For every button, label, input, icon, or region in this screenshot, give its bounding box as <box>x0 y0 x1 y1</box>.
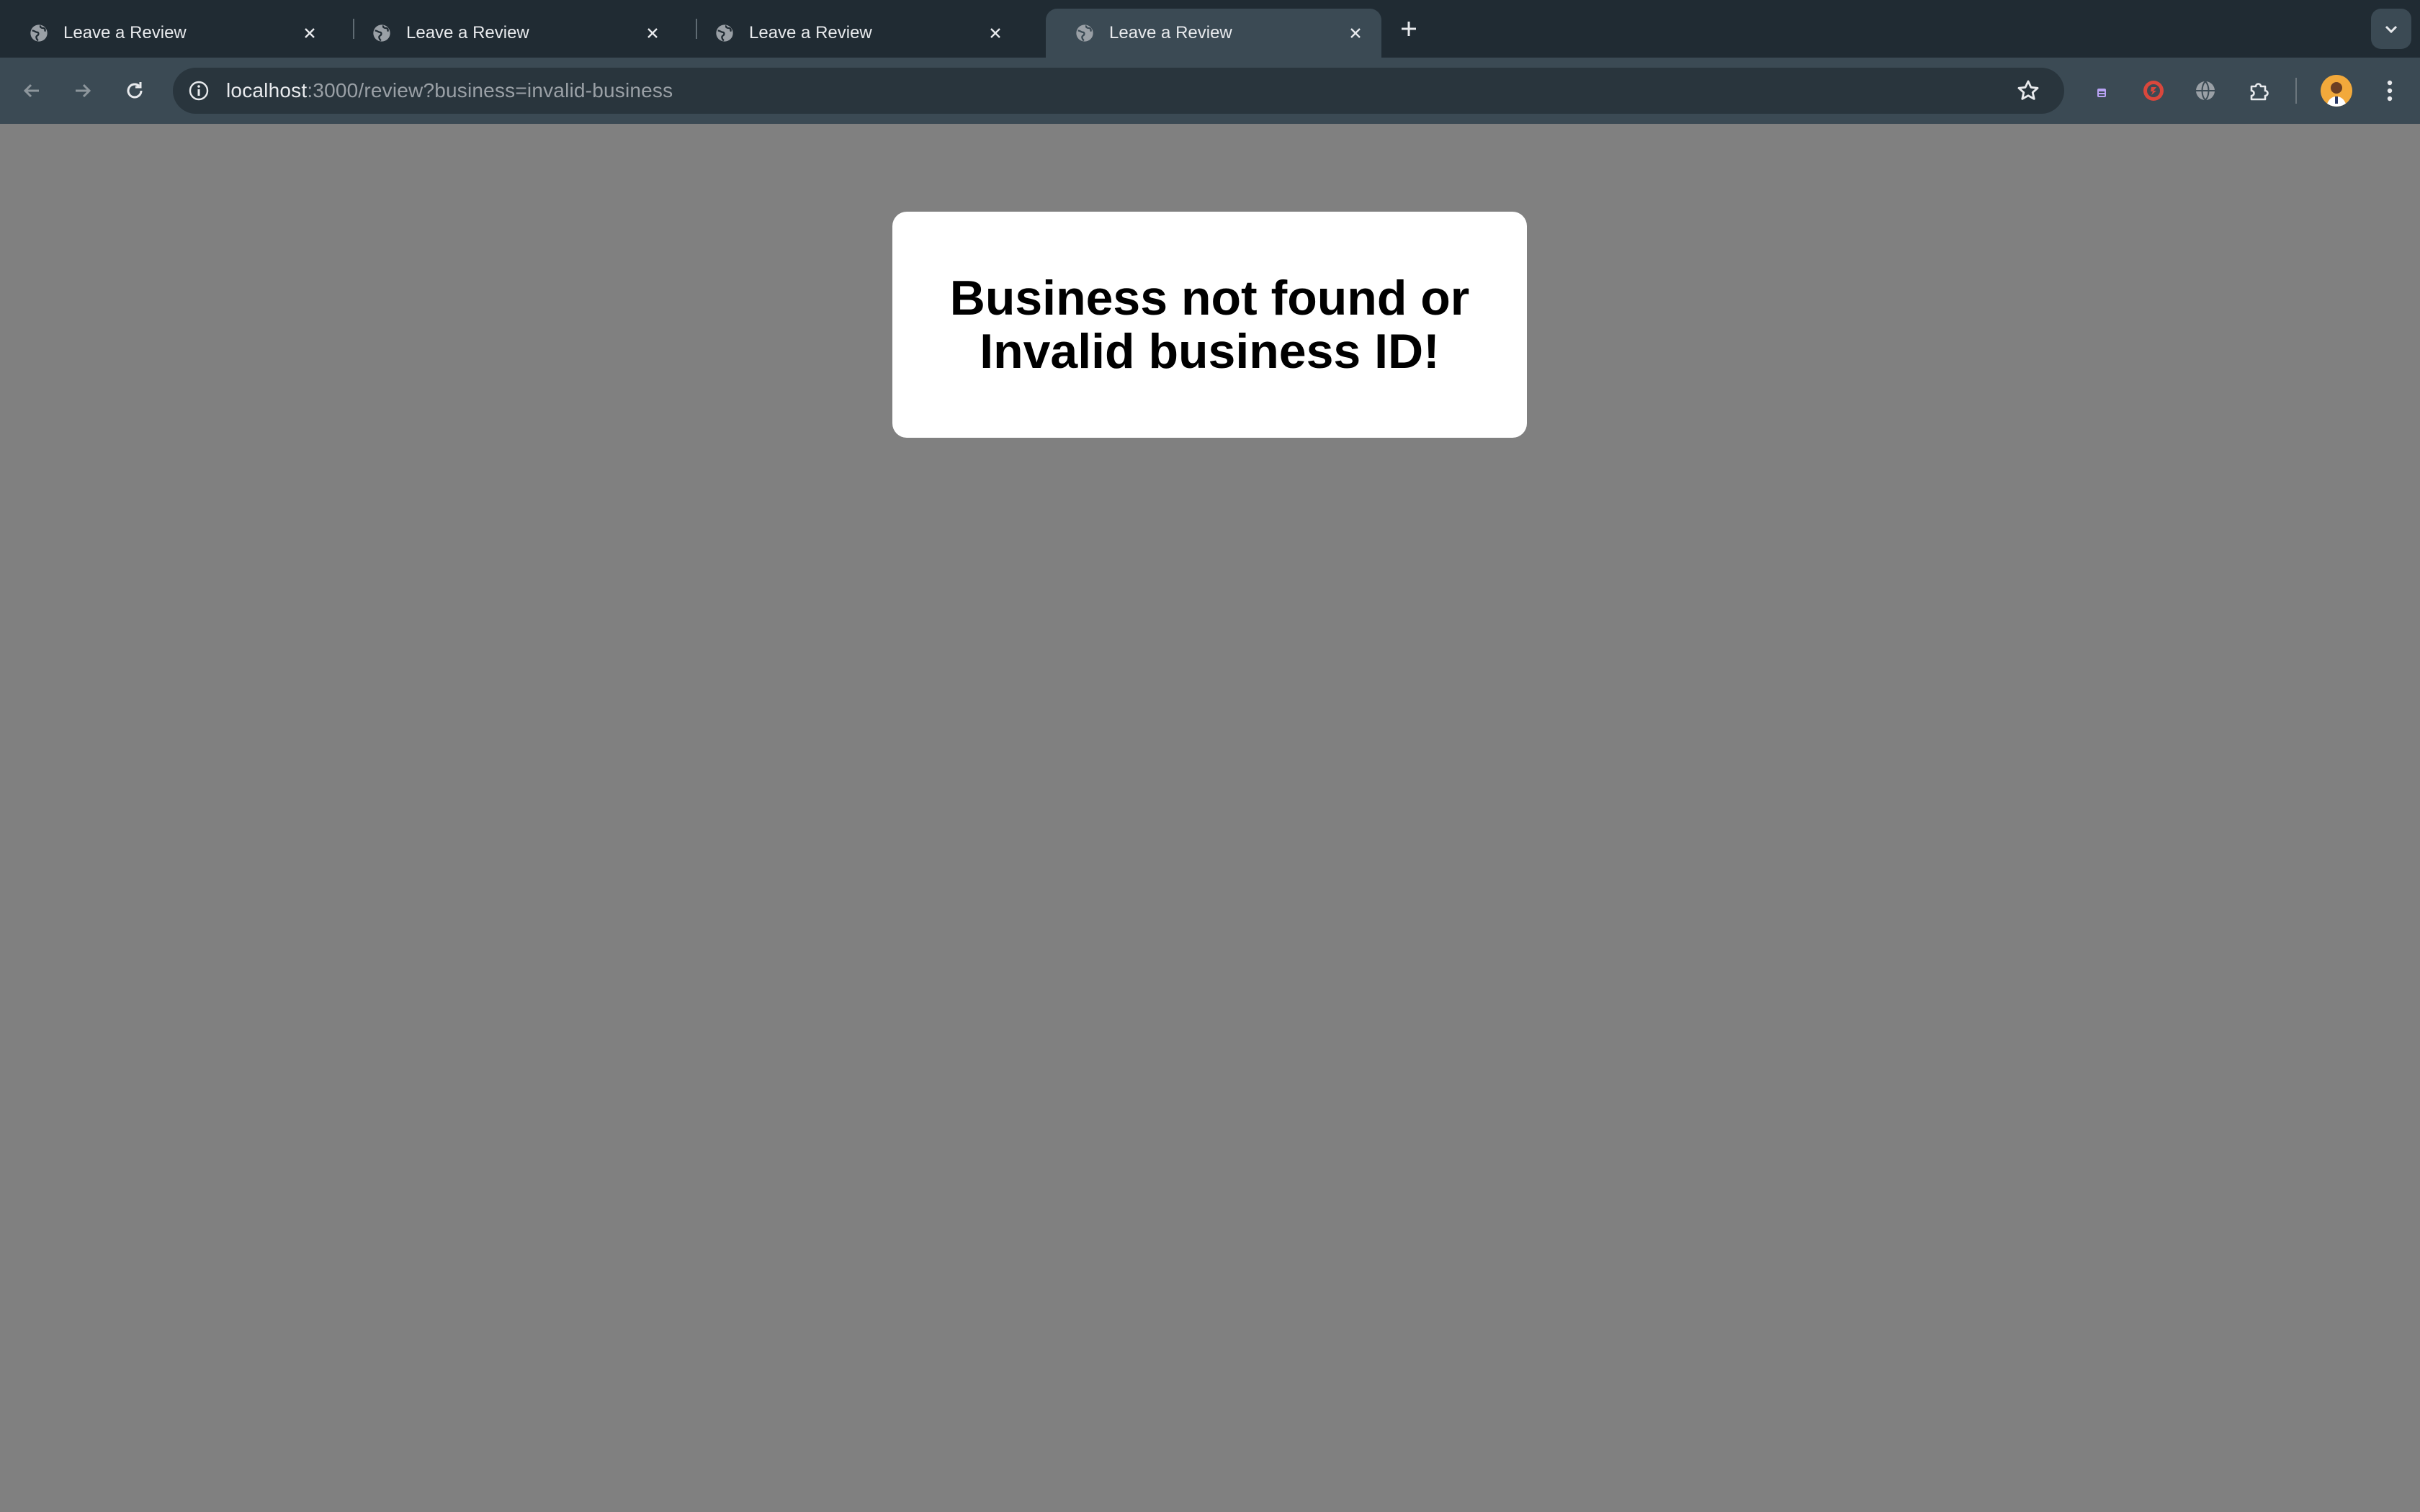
browser-toolbar: localhost:3000/review?business=invalid-b… <box>0 58 2420 124</box>
tab-4-active[interactable]: Leave a Review <box>1046 9 1381 58</box>
close-tab-icon[interactable] <box>640 20 666 46</box>
url-host: localhost <box>226 79 308 102</box>
error-message: Business not found or Invalid business ID… <box>950 271 1470 378</box>
chevron-down-icon <box>2385 25 2398 34</box>
reload-button[interactable] <box>117 73 152 108</box>
red-shield-extension-icon[interactable] <box>2138 75 2169 107</box>
close-tab-icon[interactable] <box>297 20 323 46</box>
globe-icon <box>29 23 49 43</box>
error-message-line-1: Business not found or <box>949 271 1470 325</box>
new-tab-button[interactable] <box>1393 13 1425 45</box>
forward-arrow-icon <box>76 84 91 98</box>
browser-menu-button[interactable] <box>2374 73 2406 108</box>
tab-title: Leave a Review <box>749 23 872 42</box>
reload-icon <box>127 82 143 99</box>
tab-title: Leave a Review <box>63 23 187 42</box>
tab-strip: Leave a Review Leave a Review Leave a Re… <box>0 0 2420 58</box>
more-vert-icon <box>2387 80 2393 102</box>
profile-avatar[interactable] <box>2321 75 2352 107</box>
address-bar[interactable]: localhost:3000/review?business=invalid-b… <box>173 68 2064 114</box>
globe-icon <box>714 23 735 43</box>
close-tab-icon[interactable] <box>982 20 1008 46</box>
tab-1[interactable]: Leave a Review <box>0 9 336 58</box>
error-message-line-2: Invalid business ID! <box>980 324 1440 379</box>
globe-extension-icon[interactable] <box>2190 75 2221 107</box>
back-button[interactable] <box>14 73 49 108</box>
plus-icon <box>1402 22 1416 36</box>
toolbar-divider <box>2295 78 2297 104</box>
forward-button[interactable] <box>66 73 100 108</box>
tab-title: Leave a Review <box>1109 23 1232 42</box>
globe-icon <box>372 23 392 43</box>
tab-search-button[interactable] <box>2371 9 2411 49</box>
close-tab-icon[interactable] <box>1343 20 1368 46</box>
globe-icon <box>1075 23 1095 43</box>
puzzle-icon[interactable] <box>2243 75 2275 107</box>
back-arrow-icon <box>23 84 39 98</box>
tab-title: Leave a Review <box>406 23 529 42</box>
error-card: Business not found or Invalid business ID… <box>892 212 1527 438</box>
purple-extension-icon[interactable] <box>2086 75 2118 107</box>
tab-2[interactable]: Leave a Review <box>343 9 678 58</box>
tab-3[interactable]: Leave a Review <box>686 9 1021 58</box>
person-icon <box>2321 75 2352 107</box>
url-text[interactable]: localhost:3000/review?business=invalid-b… <box>226 79 673 102</box>
url-path: :3000/review?business=invalid-business <box>307 79 673 102</box>
bookmark-star-icon[interactable] <box>2014 76 2043 105</box>
site-info-icon[interactable] <box>186 78 212 104</box>
